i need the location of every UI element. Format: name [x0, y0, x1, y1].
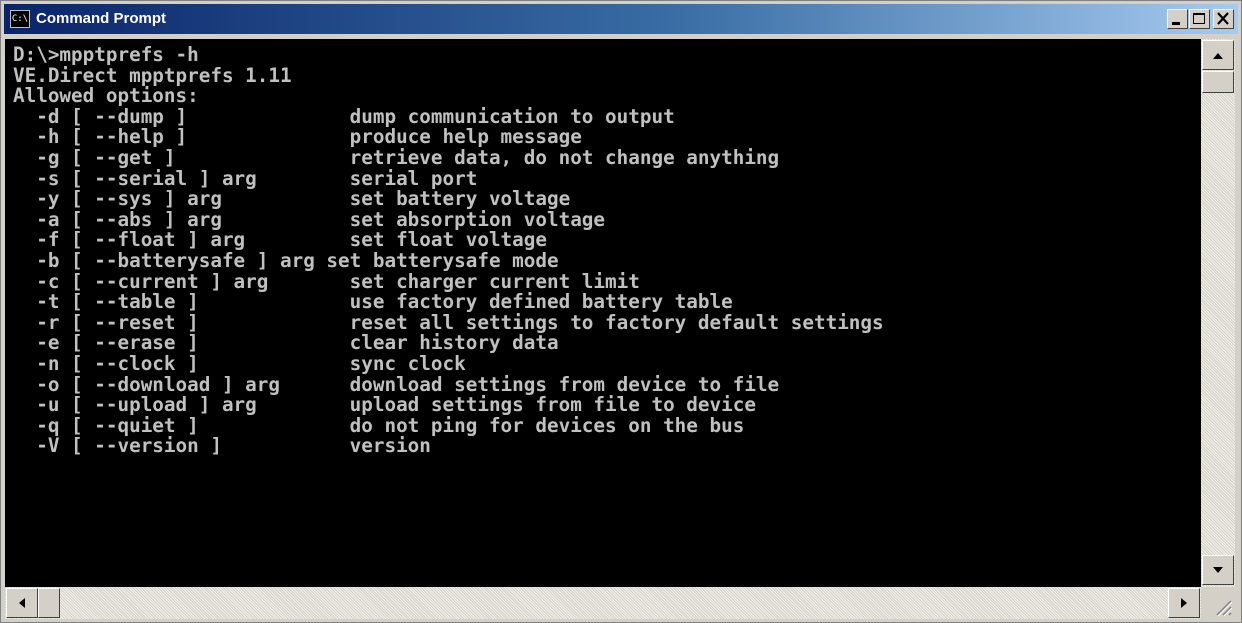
resize-grip-icon — [1216, 600, 1233, 617]
console-line: -n [ --clock ] sync clock — [13, 351, 466, 375]
console-line: -o [ --download ] arg download settings … — [13, 372, 780, 396]
console-line: D:\>mpptprefs -h — [13, 43, 199, 66]
close-button[interactable] — [1213, 9, 1234, 29]
command-prompt-window: C:\ Command Prompt D:\>mpptprefs -h VE.D… — [0, 0, 1242, 623]
console-line: -t [ --table ] use factory defined batte… — [13, 290, 733, 314]
vertical-scrollbar[interactable] — [1201, 39, 1235, 587]
minimize-icon — [1172, 22, 1180, 25]
close-icon — [1217, 12, 1229, 25]
console-line: VE.Direct mpptprefs 1.11 — [13, 63, 292, 87]
console-line: -V [ --version ] version — [13, 434, 431, 458]
console-line: -u [ --upload ] arg upload settings from… — [13, 393, 756, 417]
console-text: D:\>mpptprefs -h VE.Direct mpptprefs 1.1… — [5, 39, 1201, 457]
console-line: -a [ --abs ] arg set absorption voltage — [13, 207, 606, 231]
scroll-down-button[interactable] — [1202, 555, 1234, 585]
console-line: -d [ --dump ] dump communication to outp… — [13, 104, 675, 128]
console-line: -s [ --serial ] arg serial port — [13, 166, 478, 190]
horizontal-scrollbar[interactable] — [5, 587, 1201, 619]
console-line: -g [ --get ] retrieve data, do not chang… — [13, 145, 780, 169]
maximize-button[interactable] — [1189, 9, 1210, 29]
arrow-up-icon — [1213, 53, 1223, 59]
console-line: Allowed options: — [13, 84, 199, 108]
resize-grip[interactable] — [1201, 587, 1235, 619]
arrow-right-icon — [1181, 598, 1187, 608]
maximize-icon — [1193, 13, 1205, 24]
console-line: -c [ --current ] arg set charger current… — [13, 269, 640, 293]
scroll-up-button[interactable] — [1202, 40, 1234, 70]
console-icon[interactable]: C:\ — [10, 10, 30, 28]
scroll-right-button[interactable] — [1168, 588, 1200, 618]
arrow-left-icon — [19, 598, 25, 608]
arrow-down-icon — [1213, 567, 1223, 573]
horizontal-scroll-thumb[interactable] — [38, 588, 60, 618]
console-line: -y [ --sys ] arg set battery voltage — [13, 187, 571, 211]
console-line: -e [ --erase ] clear history data — [13, 331, 559, 355]
console-line: -r [ --reset ] reset all settings to fac… — [13, 310, 884, 334]
console-line: -q [ --quiet ] do not ping for devices o… — [13, 413, 745, 437]
scroll-left-button[interactable] — [6, 588, 38, 618]
minimize-button[interactable] — [1167, 9, 1188, 29]
console-line: -f [ --float ] arg set float voltage — [13, 228, 547, 252]
window-title: Command Prompt — [36, 10, 167, 27]
title-bar[interactable]: C:\ Command Prompt — [4, 4, 1238, 34]
console-line: -h [ --help ] produce help message — [13, 125, 582, 149]
console-line: -b [ --batterysafe ] arg set batterysafe… — [13, 248, 559, 272]
console-output[interactable]: D:\>mpptprefs -h VE.Direct mpptprefs 1.1… — [5, 39, 1201, 587]
vertical-scroll-thumb[interactable] — [1202, 71, 1234, 93]
